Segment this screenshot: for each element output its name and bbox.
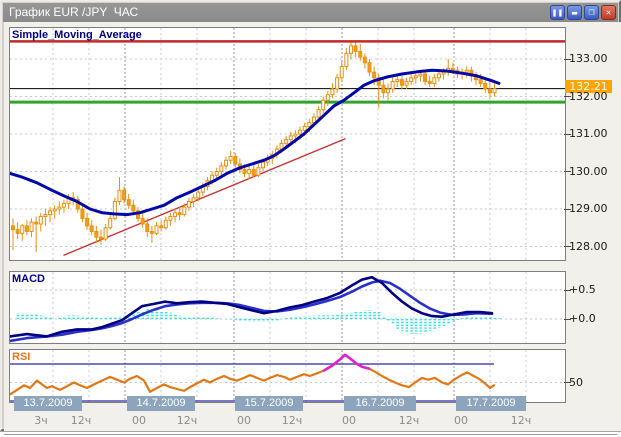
macd-label: +0.0 — [569, 312, 596, 325]
time-label: 00 — [237, 414, 251, 427]
macd-label: +0.5 — [569, 283, 596, 296]
time-label: 00 — [132, 414, 146, 427]
price-label: 132.00 — [569, 90, 608, 103]
time-label: 3ч — [34, 414, 48, 427]
time-label: 12ч — [71, 414, 92, 427]
price-label: 133.00 — [569, 52, 608, 65]
rsi-panel[interactable] — [9, 349, 566, 403]
chart-content: Simple_Moving_Average MACD RSI 132.21 13… — [4, 22, 621, 431]
date-label: 16.7.2009 — [344, 396, 416, 411]
screenshot-stage: График EUR /JPY ЧАС ❚❚▬❒✕ Simple_Moving_… — [0, 0, 621, 437]
date-label: 17.7.2009 — [456, 396, 526, 411]
window-below-border — [4, 434, 617, 435]
price-label: 128.00 — [569, 240, 608, 253]
price-chart-canvas[interactable] — [10, 28, 565, 260]
time-label: 12ч — [282, 414, 303, 427]
sma-indicator-label: Simple_Moving_Average — [12, 29, 142, 41]
time-label: 12ч — [399, 414, 420, 427]
date-label: 15.7.2009 — [235, 396, 303, 411]
time-label: 00 — [342, 414, 356, 427]
price-label: 130.00 — [569, 165, 608, 178]
time-label: 12ч — [511, 414, 532, 427]
time-label: 12ч — [177, 414, 198, 427]
window-buttons: ❚❚▬❒✕ — [550, 5, 616, 20]
macd-canvas[interactable] — [10, 272, 565, 343]
date-label: 13.7.2009 — [14, 396, 82, 411]
maximize-button[interactable]: ❒ — [584, 5, 599, 20]
rsi-label: 50 — [569, 376, 583, 389]
window-below-edge — [0, 431, 621, 437]
pause-button[interactable]: ❚❚ — [550, 5, 565, 20]
macd-panel[interactable] — [9, 271, 566, 344]
macd-indicator-label: MACD — [12, 273, 45, 285]
chart-window: График EUR /JPY ЧАС ❚❚▬❒✕ Simple_Moving_… — [0, 0, 621, 431]
price-chart-panel[interactable] — [9, 27, 566, 261]
rsi-indicator-label: RSI — [12, 351, 30, 363]
window-titlebar[interactable]: График EUR /JPY ЧАС — [3, 3, 618, 22]
price-label: 131.00 — [569, 127, 608, 140]
price-label: 129.00 — [569, 202, 608, 215]
rsi-canvas[interactable] — [10, 350, 565, 402]
close-button[interactable]: ✕ — [601, 5, 616, 20]
time-label: 00 — [454, 414, 468, 427]
date-label: 14.7.2009 — [127, 396, 195, 411]
minimize-button[interactable]: ▬ — [567, 5, 582, 20]
